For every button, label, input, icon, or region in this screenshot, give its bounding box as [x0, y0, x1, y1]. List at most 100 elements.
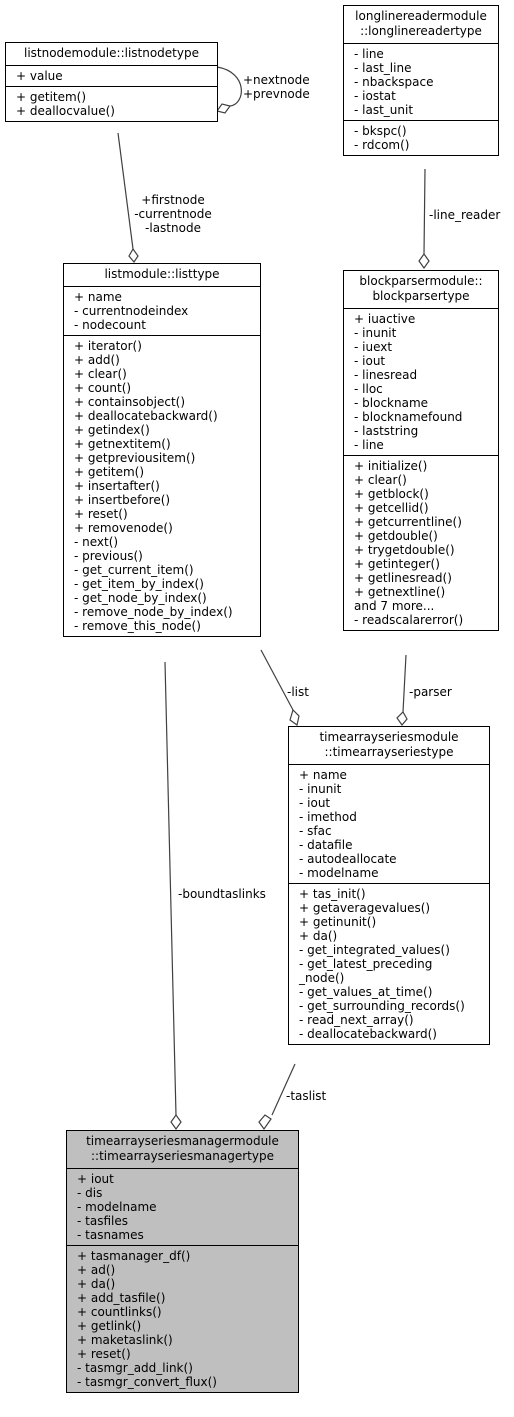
method-item: - get_node_by_index()	[74, 591, 207, 605]
methods-section: + getitem() + deallocvalue()	[6, 86, 217, 121]
methods-section: - bkspc() - rdcom()	[344, 120, 498, 155]
edge-label-node-list: +firstnode -currentnode -lastnode	[134, 193, 212, 235]
attribute-item: - nbackspace	[354, 75, 434, 89]
edge-list-manager	[164, 661, 177, 1116]
attribute-item: + iuactive	[354, 312, 416, 326]
class-listnodetype[interactable]: listnodemodule::listnodetype + value + g…	[5, 42, 218, 122]
edge-label-parser: -parser	[409, 685, 452, 699]
class-longlinereadertype[interactable]: longlinereadermodule ::longlinereadertyp…	[343, 5, 499, 156]
method-item: + getitem()	[16, 90, 87, 104]
method-item: - get_latest_preceding	[299, 957, 433, 971]
attribute-item: - tasnames	[77, 1228, 144, 1242]
attribute-item: - sfac	[299, 824, 332, 838]
method-item: - readscalarerror()	[354, 613, 464, 627]
aggregation-diamond	[215, 103, 232, 114]
attribute-item: - iout	[354, 354, 386, 368]
attribute-item: - iuext	[354, 340, 393, 354]
edge-reader-parser	[423, 168, 426, 255]
attribute-item: - autodeallocate	[299, 852, 397, 866]
class-title: listmodule::listtype	[64, 264, 260, 287]
method-item: _node()	[299, 971, 345, 985]
method-item: + iterator()	[74, 339, 142, 353]
method-item: - deallocatebackward()	[299, 1027, 437, 1041]
method-item: + ad()	[77, 1263, 116, 1277]
method-item: - rdcom()	[354, 138, 410, 152]
attribute-item: + value	[16, 69, 63, 83]
method-item: - read_next_array()	[299, 1013, 414, 1027]
method-item: - tasmgr_add_link()	[77, 1361, 193, 1375]
method-item: + reset()	[74, 507, 128, 521]
method-item: - bkspc()	[354, 124, 407, 138]
method-item: + trygetdouble()	[354, 543, 455, 557]
attribute-item: - nodecount	[74, 318, 146, 332]
method-item: + clear()	[354, 473, 407, 487]
edge-label-boundtaslinks: -boundtaslinks	[178, 887, 266, 901]
class-listtype[interactable]: listmodule::listtype + name - currentnode…	[63, 263, 261, 637]
method-item: + getlink()	[77, 1319, 142, 1333]
method-item: - next()	[74, 535, 119, 549]
attribute-item: + name	[299, 768, 347, 782]
method-item: - get_surrounding_records()	[299, 999, 465, 1013]
method-item: + getinunit()	[299, 915, 377, 929]
class-timearrayseriestype[interactable]: timearrayseriesmodule ::timearrayseriest…	[288, 726, 490, 1045]
attribute-item: - currentnodeindex	[74, 304, 189, 318]
method-item: + getinteger()	[354, 557, 440, 571]
attribute-item: - datafile	[299, 838, 353, 852]
class-blockparsertype[interactable]: blockparsermodule:: blockparsertype + iu…	[343, 270, 499, 631]
method-item: + containsobject()	[74, 395, 186, 409]
attribute-item: + name	[74, 290, 122, 304]
class-title: longlinereadermodule ::longlinereadertyp…	[344, 6, 498, 44]
aggregation-diamond	[128, 247, 139, 264]
attribute-item: - iostat	[354, 89, 396, 103]
aggregation-diamond	[418, 252, 430, 270]
method-item: + insertafter()	[74, 479, 160, 493]
method-item: - remove_node_by_index()	[74, 605, 233, 619]
methods-section: + tasmanager_df() + ad() + da() + add_tasfi…	[67, 1245, 298, 1392]
method-item: + maketaslink()	[77, 1333, 173, 1347]
class-title: listnodemodule::listnodetype	[6, 43, 217, 66]
edge-label-line-reader: -line_reader	[429, 208, 501, 222]
method-item: + add()	[74, 353, 120, 367]
method-item: + getpreviousitem()	[74, 451, 196, 465]
attributes-section: + iout - dis - modelname - tasfiles - tasnam…	[67, 1169, 298, 1245]
method-item: + getdouble()	[354, 529, 438, 543]
method-item: + getcurrentline()	[354, 515, 462, 529]
edge-label-list: -list	[287, 685, 309, 699]
method-item: - get_integrated_values()	[299, 943, 450, 957]
edge-list-tas	[260, 649, 294, 711]
attribute-item: - inunit	[354, 326, 397, 340]
method-item: + tasmanager_df()	[77, 1249, 191, 1263]
method-item: + getnextline()	[354, 585, 446, 599]
attribute-item: - tasfiles	[77, 1214, 128, 1228]
attribute-item: - dis	[77, 1186, 103, 1200]
method-item: + getitem()	[74, 465, 145, 479]
attribute-item: - iout	[299, 796, 331, 810]
attribute-item: - laststring	[354, 424, 419, 438]
method-item: + reset()	[77, 1347, 131, 1361]
method-item: + getnextitem()	[74, 437, 171, 451]
method-item: + count()	[74, 381, 132, 395]
method-item: - tasmgr_convert_flux()	[77, 1375, 217, 1389]
attribute-item: + iout	[77, 1172, 114, 1186]
method-item: + da()	[77, 1277, 116, 1291]
method-item: + da()	[299, 929, 338, 943]
attribute-item: - line	[354, 47, 384, 61]
attribute-item: - inunit	[299, 782, 342, 796]
attribute-item: - imethod	[299, 810, 357, 824]
method-item: + insertbefore()	[74, 493, 171, 507]
method-item: + getindex()	[74, 423, 150, 437]
method-item: + getlinesread()	[354, 571, 452, 585]
attributes-section: + name - inunit - iout - imethod - sfac - dat…	[289, 765, 489, 883]
class-timearrayseriesmanagertype[interactable]: timearrayseriesmanagermodule ::timearray…	[66, 1130, 299, 1393]
attribute-item: - line	[354, 438, 384, 452]
aggregation-diamond	[170, 1113, 182, 1131]
method-item: + getcellid()	[354, 501, 429, 515]
method-item: + add_tasfile()	[77, 1291, 166, 1305]
edge-parser-tas	[402, 654, 407, 713]
method-item: + deallocatebackward()	[74, 409, 218, 423]
method-item: + deallocvalue()	[16, 104, 115, 118]
attributes-section: + iuactive - inunit - iuext - iout - linesre…	[344, 309, 498, 455]
method-item: - get_current_item()	[74, 563, 194, 577]
methods-section: + initialize() + clear() + getblock() + get…	[344, 455, 498, 630]
attributes-section: + name - currentnodeindex - nodecount	[64, 287, 260, 335]
